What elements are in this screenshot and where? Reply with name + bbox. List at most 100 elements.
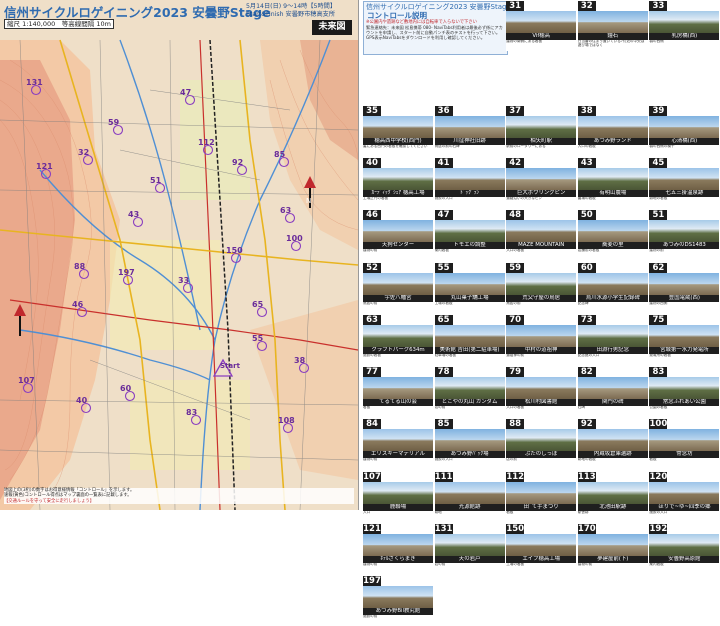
control-point-label[interactable]: 107	[18, 376, 35, 385]
control-number: 51	[649, 210, 668, 221]
control-name: 鐘石	[577, 33, 648, 40]
control-card: 52 宇佐八幡宮 鳥居の前	[363, 262, 433, 313]
control-photo	[649, 534, 720, 556]
control-photo	[577, 534, 648, 556]
control-point-label[interactable]: 92	[232, 158, 243, 167]
control-photo	[363, 167, 433, 190]
control-point-label[interactable]: 83	[186, 408, 197, 417]
sheet-instructions: 緊急連絡先：未来図 松島携帯 080- NaviTabs利用者は最後必ず係にアカ…	[366, 25, 503, 41]
control-description: 建物の前	[363, 458, 378, 462]
control-description: 鳥居の前の石碑	[434, 144, 460, 148]
event-date: 5月14日(日) 9〜14時【5時間】	[246, 3, 337, 10]
control-name: 乳房橋(西)	[649, 33, 720, 40]
control-photo	[506, 324, 577, 347]
control-photo	[649, 115, 720, 138]
control-point-label[interactable]: 40	[76, 396, 87, 405]
control-card: 38 あづみ野ランド 入口の看板	[577, 105, 648, 156]
control-number: 79	[506, 367, 525, 378]
control-photo	[363, 115, 433, 138]
control-photo	[506, 481, 577, 504]
control-number: 92	[577, 419, 596, 430]
control-name: 内蔵坂倉庫遺跡	[577, 451, 648, 459]
control-name: クラフトパーク634m	[363, 346, 433, 354]
control-photo	[434, 220, 505, 243]
control-name: ぶたのしっぽ	[506, 451, 577, 459]
rogaining-map[interactable]: N 信州サイクルロゲイニング2023 安曇野Stage 縮尺 1:140,000…	[0, 0, 359, 510]
control-card: 85 あづみ野ﾊﾟｯｸ場 施設の入口	[434, 419, 505, 470]
control-photo	[577, 220, 648, 243]
control-point-label[interactable]: 46	[72, 300, 83, 309]
organizer-logo: 未来図	[312, 20, 352, 35]
control-description: 記念館の入口	[577, 353, 600, 357]
control-number: 78	[434, 367, 453, 378]
control-card: 46 天狗センター 建物の前	[363, 210, 433, 261]
control-description: 建物の前	[649, 249, 664, 253]
control-photo	[577, 324, 648, 347]
control-name: てるてる山の会	[363, 399, 433, 407]
control-card: 77 てるてる山の会 看板	[363, 367, 433, 418]
control-description: 橋の西側	[649, 40, 664, 43]
control-description: 工場正門の看板	[363, 196, 389, 200]
control-point-label[interactable]: 121	[36, 162, 53, 171]
control-photo	[577, 11, 648, 33]
control-description: 岩の前	[434, 563, 446, 566]
control-point-label[interactable]: 51	[150, 176, 161, 185]
control-point-label[interactable]: 65	[252, 300, 263, 309]
sheet-subtitle: コントロール説明	[367, 11, 427, 20]
control-photo	[434, 429, 505, 452]
control-name: 田淵行男記念	[577, 346, 648, 354]
sheet-title: 信州サイクルロゲイニング2023 安曇野Stage	[366, 3, 511, 11]
control-description: 工場の看板	[506, 563, 525, 566]
control-name: エイブ穂高工場	[506, 556, 577, 563]
control-point-label[interactable]: 112	[198, 138, 215, 147]
control-point-label[interactable]: 60	[120, 384, 131, 393]
control-number: 62	[649, 262, 668, 273]
control-description: 入口の看板	[577, 144, 596, 148]
control-photo	[363, 429, 433, 452]
control-description: 施設の前	[363, 615, 378, 619]
control-name: あづみ野ﾊﾟｯｸ場	[434, 451, 505, 459]
control-number: 50	[577, 210, 596, 221]
control-number: 85	[434, 419, 453, 430]
control-card: 92 内蔵坂倉庫遺跡 跡地の看板	[577, 419, 648, 470]
control-point-label[interactable]: 43	[128, 210, 139, 219]
control-photo	[577, 115, 648, 138]
control-point-label[interactable]: 197	[118, 268, 135, 277]
control-description: 看板	[363, 406, 371, 410]
control-point-label[interactable]: 59	[108, 118, 119, 127]
control-point-label[interactable]: 131	[26, 78, 43, 87]
control-name: 夢建屋前(下)	[577, 556, 648, 563]
control-point-label[interactable]: 38	[294, 356, 305, 365]
control-name: 荒父守屋の鳥居	[506, 294, 577, 302]
control-point-label[interactable]: 88	[74, 262, 85, 271]
control-point-label[interactable]: 100	[286, 234, 303, 243]
control-point-label[interactable]: 55	[252, 334, 263, 343]
control-photo	[434, 115, 505, 138]
control-number: 107	[363, 471, 381, 482]
control-card: 121 ﾎﾃﾙさくらまき 建物の前	[363, 524, 433, 574]
control-card: 55 丸山菓子舗工場 工場の看板	[434, 262, 505, 313]
control-point-label[interactable]: 33	[178, 276, 189, 285]
control-card: 192 安曇野高原館 案内看板	[649, 524, 720, 574]
control-point-label[interactable]: 63	[280, 206, 291, 215]
control-photo	[506, 11, 577, 33]
control-point-label[interactable]: 47	[180, 88, 191, 97]
control-number: 65	[434, 314, 453, 325]
control-card: 39 心清橋(西) 橋の西側の欄干	[649, 105, 720, 156]
control-point-label[interactable]: 108	[278, 416, 295, 425]
control-number: 32	[577, 1, 596, 11]
control-card: 197 あづみ野Bil教究館 施設の前	[363, 576, 433, 626]
control-photo	[577, 167, 648, 190]
control-card: 113 北池田駅跡 駅舎跡	[577, 471, 648, 522]
control-point-label[interactable]: 32	[78, 148, 89, 157]
control-photo	[649, 481, 720, 504]
control-number: 112	[506, 471, 525, 482]
control-number: 192	[649, 524, 668, 534]
control-description: 裏にある西門の看板を確認してください	[363, 144, 428, 148]
control-point-label[interactable]: 85	[274, 150, 285, 159]
svg-text:N: N	[306, 197, 311, 205]
control-number: 38	[577, 105, 596, 116]
control-number: 63	[363, 314, 381, 325]
control-point-label[interactable]: 150	[226, 246, 243, 255]
control-card: 43 有明山農場 農場の看板	[577, 157, 648, 208]
